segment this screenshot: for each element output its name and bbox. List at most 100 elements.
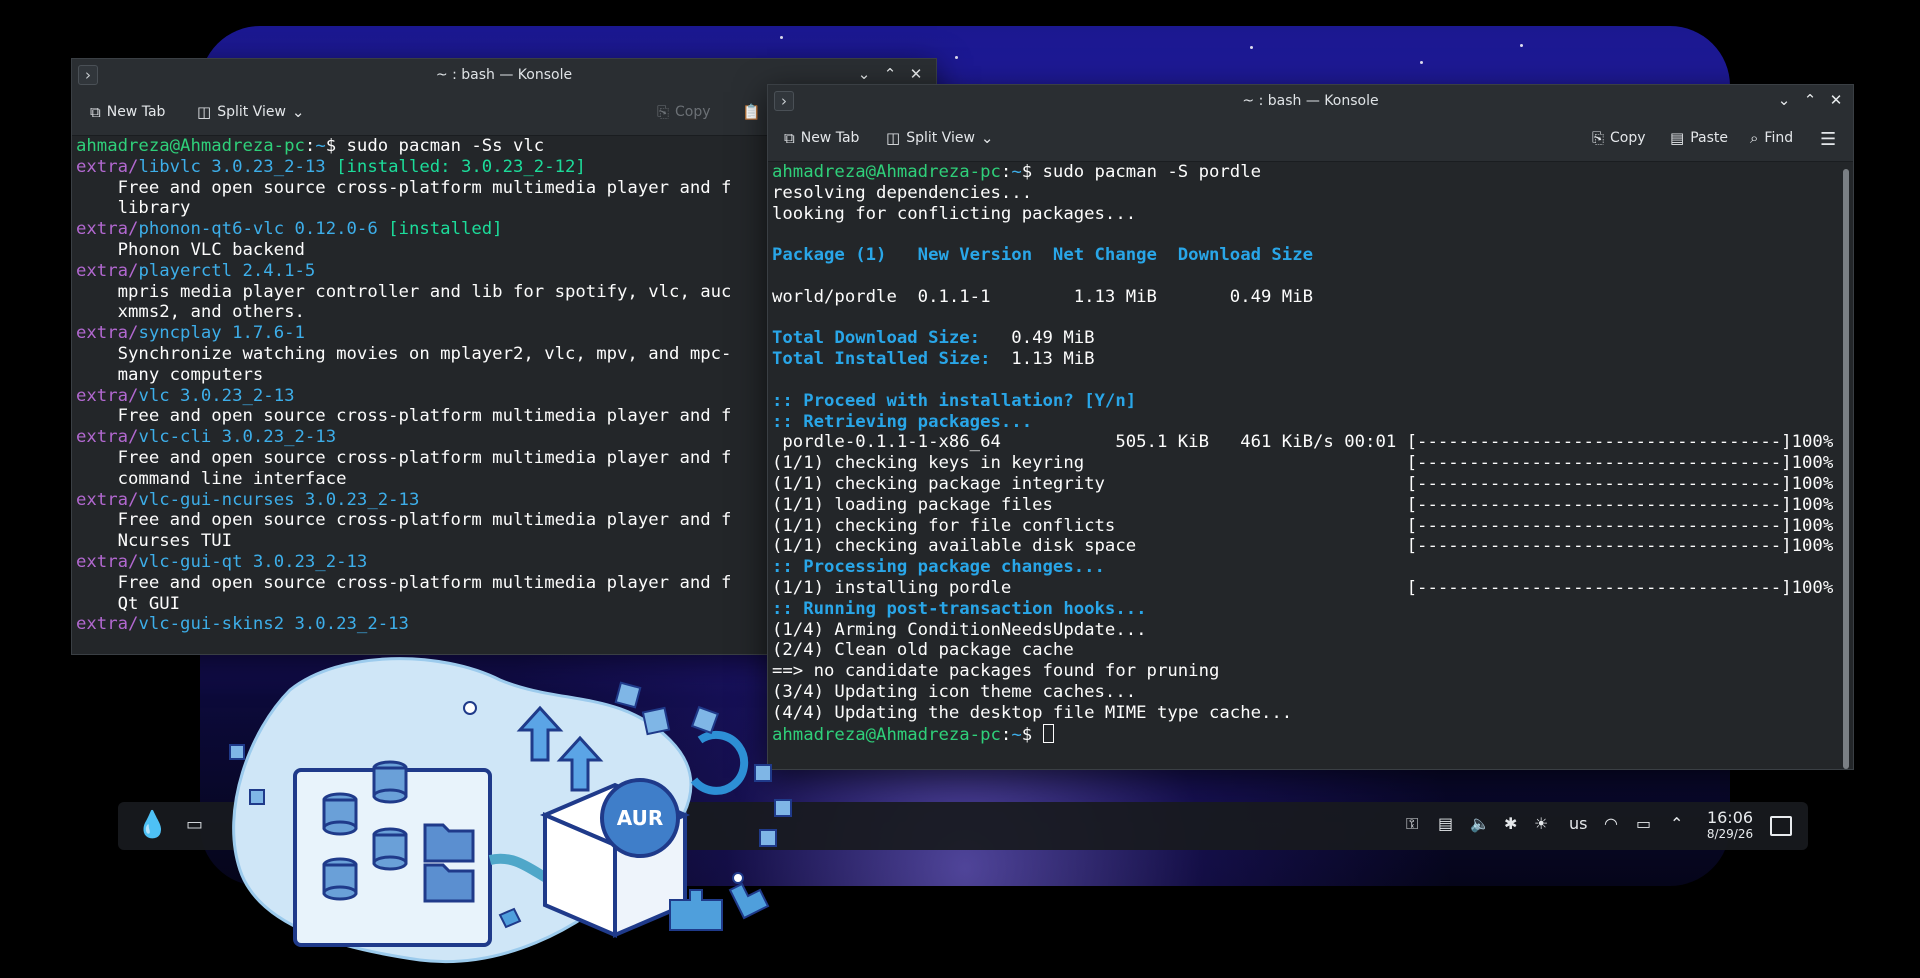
terminal-text: $ sudo pacman -Ss vlc	[325, 136, 545, 156]
terminal-text: Free and open source cross-platform mult…	[76, 510, 732, 531]
terminal-text: Free and open source cross-platform mult…	[76, 406, 732, 427]
terminal-text: (4/4) Updating the desktop file MIME typ…	[772, 702, 1293, 723]
terminal-text: :: Running post-transaction hooks...	[772, 598, 1147, 619]
terminal-text: looking for conflicting packages...	[772, 203, 1137, 224]
paste-button[interactable]: ▤ Paste	[1670, 129, 1728, 147]
new-tab-label: New Tab	[800, 130, 860, 146]
maximize-button[interactable]: ⌃	[880, 63, 900, 85]
terminal-text: ahmadreza@Ahmadreza-pc	[76, 136, 305, 156]
close-icon: ✕	[1829, 91, 1843, 109]
chevron-down-icon: ⌄	[291, 103, 305, 121]
terminal-line: world/pordle 0.1.1-1 1.13 MiB 0.49 MiB	[772, 287, 1837, 308]
show-desktop-button[interactable]	[1770, 816, 1792, 836]
terminal-line: Package (1) New Version Net Change Downl…	[772, 245, 1837, 266]
terminal-text: extra/	[76, 489, 139, 510]
chevron-up-icon[interactable]: ⌃	[1670, 814, 1683, 833]
terminal-line: (1/1) checking available disk space [---…	[772, 536, 1837, 557]
find-label: Find	[1764, 130, 1794, 146]
terminal-text: :: Proceed with installation? [Y/n]	[772, 390, 1137, 411]
volume-icon[interactable]: 🔈	[1470, 814, 1490, 833]
wifi-icon[interactable]: ◠	[1604, 814, 1618, 833]
chevron-down-icon: ⌄	[980, 129, 994, 147]
terminal-line: :: Retrieving packages...	[772, 412, 1837, 433]
terminal-text: :: Processing package changes...	[772, 557, 1105, 578]
konsole-toolbar: ⧉ New Tab ◫ Split View ⌄ ⎘ Copy ▤ Paste …	[768, 117, 1853, 162]
minimize-button[interactable]: ⌄	[854, 63, 874, 85]
new-tab-button[interactable]: ⧉ New Tab	[90, 103, 165, 121]
split-view-label: Split View	[906, 130, 975, 146]
maximize-button[interactable]: ⌃	[1800, 89, 1820, 111]
terminal-text: (1/1) checking available disk space [---…	[772, 536, 1834, 557]
terminal-line: ==> no candidate packages found for prun…	[772, 661, 1837, 682]
terminal-text: extra/	[76, 614, 139, 635]
terminal-text: extra/	[76, 551, 139, 572]
copy-button[interactable]: ⎘ Copy	[657, 103, 711, 121]
terminal-text: vlc-cli 3.0.23_2-13	[138, 427, 337, 448]
copy-button[interactable]: ⎘ Copy	[1592, 129, 1646, 147]
clipboard-tray-icon[interactable]: ▤	[1438, 814, 1453, 833]
bluetooth-icon[interactable]: ✱	[1504, 814, 1517, 833]
close-icon: ✕	[909, 65, 923, 83]
new-tab-icon: ⧉	[90, 103, 101, 121]
paste-icon: ▤	[1670, 129, 1685, 147]
terminal-text: xmms2, and others.	[76, 302, 305, 323]
terminal-text: extra/	[76, 385, 139, 406]
terminal-text: extra/	[76, 219, 139, 240]
copy-icon: ⎘	[657, 103, 670, 121]
search-icon: ⌕	[1750, 129, 1759, 147]
terminal-line: (1/1) installing pordle [---------------…	[772, 578, 1837, 599]
close-button[interactable]: ✕	[1826, 89, 1846, 111]
terminal-scrollbar-thumb[interactable]	[1843, 169, 1849, 769]
terminal-line: ahmadreza@Ahmadreza-pc:~$ sudo pacman -S…	[772, 162, 1837, 183]
split-view-button[interactable]: ◫ Split View ⌄	[886, 129, 993, 147]
terminal-text: (1/1) checking for file conflicts [-----…	[772, 515, 1834, 536]
split-view-button[interactable]: ◫ Split View ⌄	[197, 103, 304, 121]
copy-icon: ⎘	[1592, 129, 1605, 147]
terminal-line: :: Running post-transaction hooks...	[772, 599, 1837, 620]
terminal-text: extra/	[76, 323, 139, 344]
paste-button[interactable]: 📋	[742, 103, 761, 121]
terminal-text: [installed: 3.0.23_2-12]	[336, 156, 586, 177]
desktop: › ~ : bash — Konsole ⌄ ⌃ ✕ ⧉ New Tab ◫ S…	[0, 0, 1920, 978]
minimize-button[interactable]: ⌄	[1774, 89, 1794, 111]
terminal-text: :	[1000, 724, 1012, 745]
vault-tray-icon[interactable]: ⚿	[1406, 814, 1418, 834]
terminal-text: playerctl 2.4.1-5	[138, 260, 316, 281]
new-tab-button[interactable]: ⧉ New Tab	[784, 129, 859, 147]
terminal-line: (1/1) checking keys in keyring [--------…	[772, 453, 1837, 474]
terminal-text: Total Installed Size:	[772, 349, 991, 370]
terminal-line: (1/4) Arming ConditionNeedsUpdate...	[772, 620, 1837, 641]
split-view-label: Split View	[217, 104, 286, 120]
konsole-window-front[interactable]: › ~ : bash — Konsole ⌄ ⌃ ✕ ⧉ New Tab ◫ S…	[767, 84, 1854, 770]
paste-label: Paste	[1690, 130, 1728, 146]
clock-date: 8/29/26	[1706, 827, 1754, 841]
terminal-line: resolving dependencies...	[772, 183, 1837, 204]
terminal-text: Free and open source cross-platform mult…	[76, 177, 732, 198]
terminal-text: pordle-0.1.1-1-x86_64 505.1 KiB 461 KiB/…	[772, 432, 1834, 453]
keyboard-layout-indicator[interactable]: us	[1569, 814, 1587, 833]
close-button[interactable]: ✕	[906, 63, 926, 85]
terminal-text: ~	[1011, 162, 1022, 182]
terminal-line: Total Installed Size: 1.13 MiB	[772, 349, 1837, 370]
terminal-text: ~	[315, 136, 326, 156]
terminal-text: Package (1) New Version Net Change Downl…	[772, 245, 1314, 266]
clock[interactable]: 16:06 8/29/26	[1702, 808, 1758, 841]
terminal-output[interactable]: ahmadreza@Ahmadreza-pc:~$ sudo pacman -S…	[768, 162, 1837, 769]
terminal-text: libvlc 3.0.23_2-13	[138, 156, 337, 177]
window-title: ~ : bash — Konsole	[435, 67, 573, 83]
find-button[interactable]: ⌕ Find	[1750, 129, 1793, 147]
terminal-line: (1/1) checking package integrity [------…	[772, 474, 1837, 495]
terminal-text: mpris media player controller and lib fo…	[76, 281, 732, 302]
aur-badge: AUR	[617, 806, 664, 830]
chevron-down-icon: ⌄	[1777, 91, 1791, 109]
chevron-up-icon: ⌃	[883, 65, 897, 83]
terminal-line: (1/1) checking for file conflicts [-----…	[772, 516, 1837, 537]
battery-icon[interactable]: ▭	[1636, 814, 1651, 833]
brightness-icon[interactable]: ☀	[1534, 814, 1548, 833]
window-titlebar[interactable]: › ~ : bash — Konsole ⌄ ⌃ ✕	[768, 85, 1853, 117]
app-launcher-icon[interactable]: 💧	[136, 810, 168, 840]
hamburger-menu-button[interactable]: ☰	[1820, 129, 1836, 150]
